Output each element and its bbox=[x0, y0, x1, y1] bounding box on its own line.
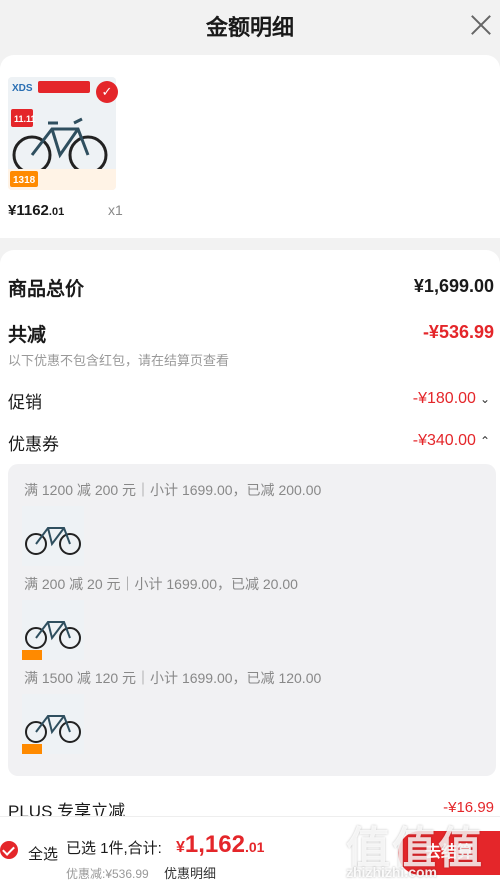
thumb-promo: 11.11 bbox=[14, 114, 36, 124]
selected-check-icon[interactable]: ✓ bbox=[96, 81, 118, 103]
product-thumbnail[interactable]: XDS 11.11 1318 ✓ bbox=[8, 77, 118, 247]
select-all-check-icon[interactable] bbox=[0, 841, 18, 859]
discount-summary: 优惠减:¥536.99 bbox=[66, 867, 149, 881]
total-dec: .01 bbox=[244, 839, 265, 855]
amount-detail-panel: 商品总价 ¥1,699.00 共减 -¥536.99 以下优惠不包含红包，请在结… bbox=[0, 250, 500, 892]
coupon-product-thumb-2 bbox=[22, 600, 84, 660]
discount-note: 以下优惠不包含红包，请在结算页查看 bbox=[8, 353, 230, 368]
promo-row-toggle[interactable]: -¥180.00 ⌄ bbox=[413, 390, 490, 408]
coupon-list: 满 1200 减 200 元｜小计 1699.00，已减 200.00 满 20… bbox=[8, 464, 496, 776]
watermark-site: zhizhizhi.com bbox=[346, 864, 437, 880]
page-title: 金额明细 bbox=[205, 15, 294, 40]
total-reduce-value: -¥536.99 bbox=[422, 322, 494, 342]
goods-total-value: ¥1,699.00 bbox=[413, 276, 494, 296]
coupon-product-thumb-1 bbox=[22, 506, 84, 566]
promo-label: 促销 bbox=[8, 393, 42, 412]
coupon-label: 优惠券 bbox=[8, 435, 59, 454]
select-all-label[interactable]: 全选 bbox=[28, 843, 58, 864]
chevron-up-icon: ⌃ bbox=[479, 434, 490, 448]
total-int: 1,162 bbox=[184, 831, 245, 858]
total-amount: ¥1,162.01 bbox=[176, 831, 264, 859]
coupon-value: -¥340.00 bbox=[412, 432, 476, 449]
header: 金额明细 bbox=[0, 0, 500, 50]
site-watermark: 值值值 zhizhizhi.com bbox=[346, 812, 500, 892]
item-price-dec: .01 bbox=[48, 206, 65, 218]
total-reduce-label: 共减 bbox=[8, 325, 47, 346]
coupon-line-2: 满 200 减 20 元｜小计 1699.00，已减 20.00 bbox=[24, 576, 298, 592]
product-card: XDS 11.11 1318 ✓ ¥1162.01 x1 bbox=[0, 55, 500, 238]
thumb-brand: XDS bbox=[12, 83, 33, 94]
coupon-line-1: 满 1200 减 200 元｜小计 1699.00，已减 200.00 bbox=[24, 482, 322, 498]
item-price: ¥1162.01 bbox=[8, 202, 64, 219]
close-icon[interactable] bbox=[468, 12, 494, 38]
total-currency: ¥ bbox=[176, 839, 185, 856]
item-price-int: ¥1162 bbox=[8, 202, 49, 219]
coupon-line-3: 满 1500 减 120 元｜小计 1699.00，已减 120.00 bbox=[24, 670, 322, 686]
discount-detail-button[interactable]: 优惠明细 bbox=[164, 863, 216, 882]
selected-summary: 已选 1件,合计: bbox=[66, 840, 162, 857]
coupon-row-toggle[interactable]: -¥340.00 ⌃ bbox=[413, 432, 490, 450]
chevron-down-icon: ⌄ bbox=[479, 392, 490, 406]
promo-value: -¥180.00 bbox=[412, 390, 476, 407]
coupon-product-thumb-3 bbox=[22, 694, 84, 754]
goods-total-label: 商品总价 bbox=[8, 279, 85, 300]
item-quantity: x1 bbox=[108, 202, 123, 218]
thumb-price-tag: 1318 bbox=[13, 175, 36, 186]
